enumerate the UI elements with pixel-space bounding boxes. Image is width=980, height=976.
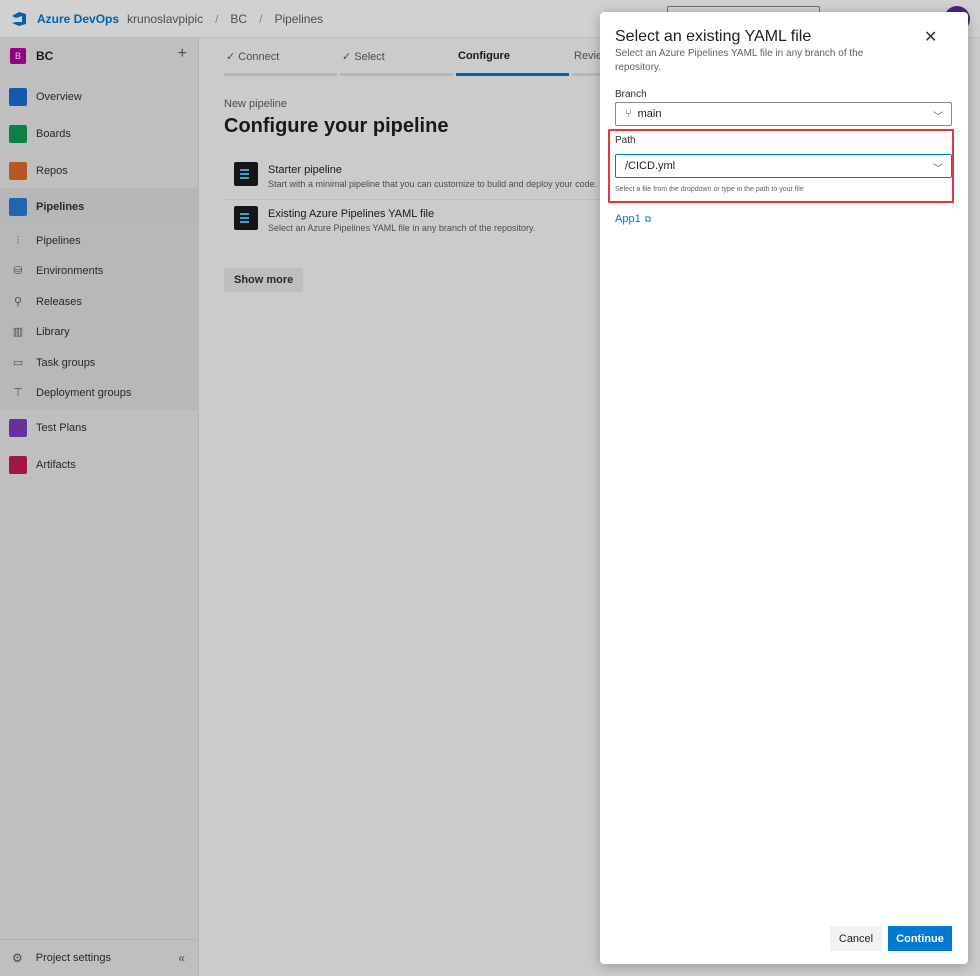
path-value: /CICD.yml — [625, 160, 676, 172]
continue-button[interactable]: Continue — [888, 926, 952, 951]
branch-icon: ⑂ — [625, 108, 632, 120]
branch-dropdown[interactable]: ⑂ main ﹀ — [615, 102, 952, 126]
branch-value: main — [637, 108, 662, 120]
branch-label: Branch — [615, 89, 647, 100]
repository-link-label: App1 — [615, 213, 641, 225]
chevron-down-icon: ﹀ — [933, 112, 943, 123]
cancel-button[interactable]: Cancel — [830, 926, 882, 951]
external-link-icon: ⧉ — [644, 214, 652, 224]
path-label: Path — [615, 135, 636, 146]
close-icon[interactable]: ✕ — [924, 30, 937, 46]
chevron-down-icon[interactable]: ﹀ — [933, 160, 943, 175]
path-helper-text: Select a file from the dropdown or type … — [615, 186, 804, 193]
dialog-title: Select an existing YAML file — [615, 28, 812, 45]
dialog-subtitle: Select an Azure Pipelines YAML file in a… — [615, 48, 864, 73]
path-input[interactable]: /CICD.yml ﹀ — [615, 154, 952, 178]
select-yaml-dialog: Select an existing YAML file Select an A… — [600, 12, 968, 964]
repository-link[interactable]: App1 ⧉ — [615, 213, 651, 225]
